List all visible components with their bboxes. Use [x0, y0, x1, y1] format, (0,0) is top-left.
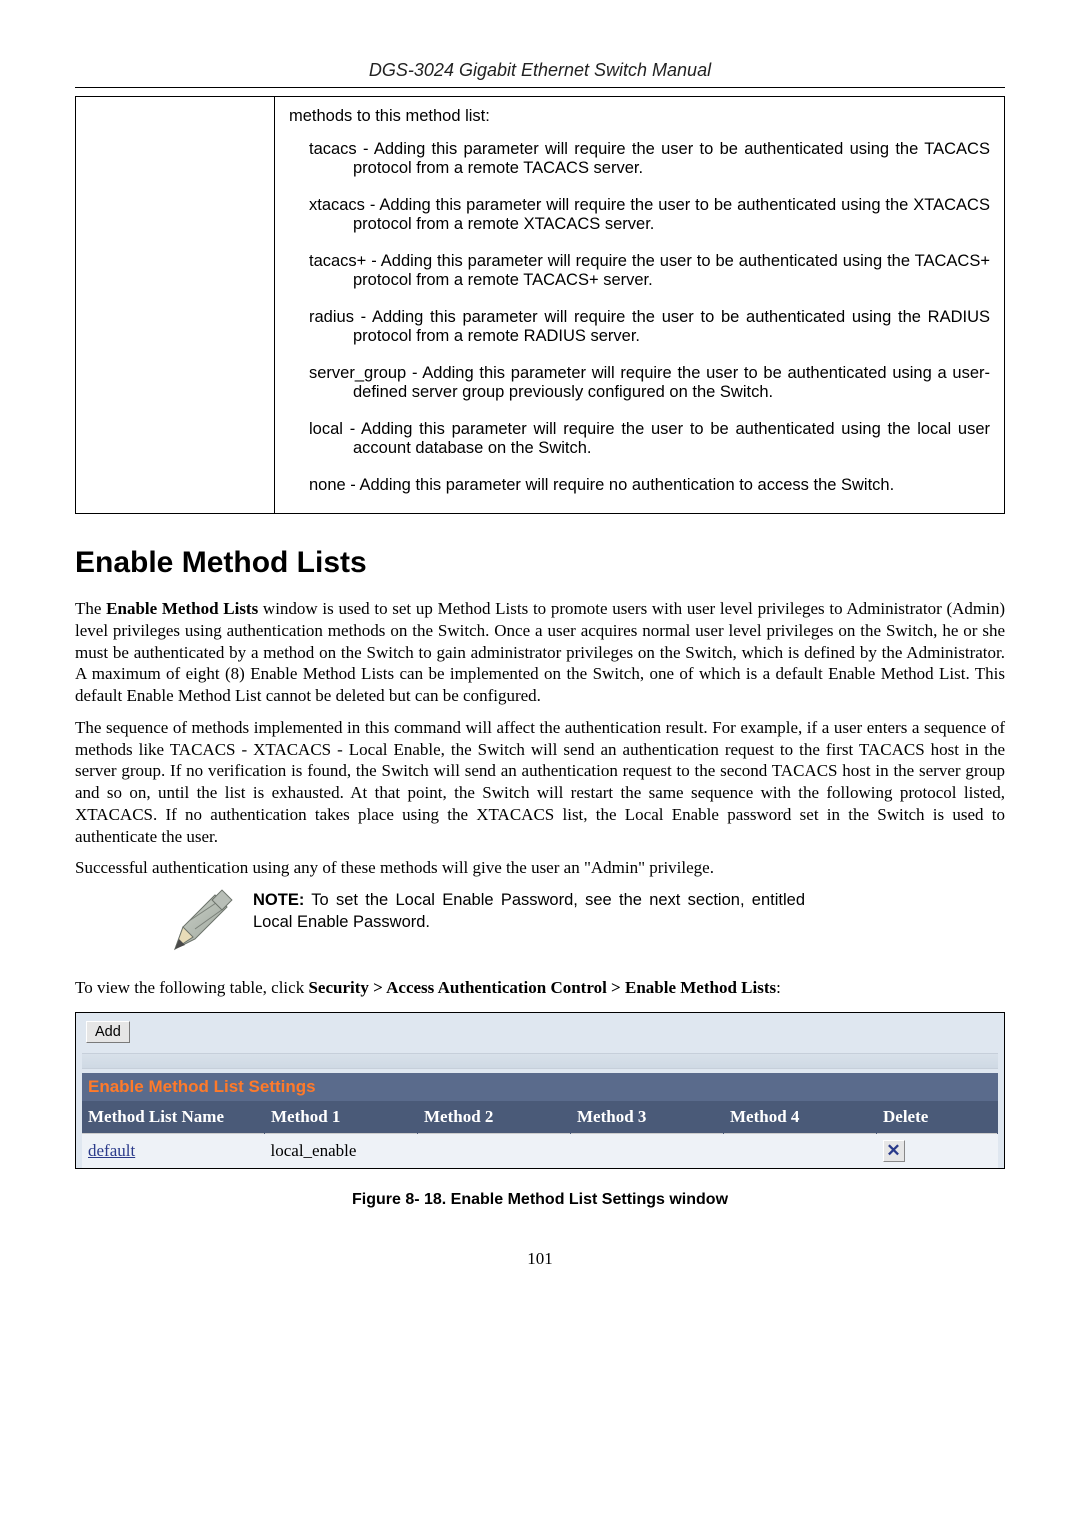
- note-block: NOTE: To set the Local Enable Password, …: [165, 889, 805, 964]
- parameter-table-left-cell: [76, 97, 275, 514]
- param-term: xtacacs: [309, 196, 365, 214]
- cell-method-4: [724, 1134, 877, 1169]
- nav-c: :: [776, 978, 781, 997]
- table-header-row: Method List Name Method 1 Method 2 Metho…: [82, 1101, 998, 1134]
- p1-b: Enable Method Lists: [106, 599, 258, 618]
- delete-button[interactable]: ✕: [883, 1140, 905, 1162]
- param-item-tacacsplus: tacacs+ - Adding this parameter will req…: [289, 252, 990, 290]
- param-desc-first: Adding this parameter will require the u…: [361, 420, 910, 438]
- col-delete: Delete: [877, 1101, 998, 1134]
- parameter-table-right-cell: methods to this method list: tacacs - Ad…: [275, 97, 1005, 514]
- doc-header-title: DGS-3024 Gigabit Ethernet Switch Manual: [75, 60, 1005, 81]
- panel-band: [82, 1053, 998, 1069]
- param-term: tacacs: [309, 140, 357, 158]
- nav-instruction: To view the following table, click Secur…: [75, 978, 1005, 998]
- enable-method-list-panel: Add Enable Method List Settings Method L…: [75, 1012, 1005, 1169]
- note-label: NOTE:: [253, 891, 304, 909]
- p1-a: The: [75, 599, 106, 618]
- param-term: local: [309, 420, 343, 438]
- param-dash: -: [343, 420, 361, 438]
- body-paragraph-1: The Enable Method Lists window is used t…: [75, 598, 1005, 707]
- body-paragraph-3: Successful authentication using any of t…: [75, 857, 1005, 879]
- cell-method-3: [571, 1134, 724, 1169]
- body-paragraph-2: The sequence of methods implemented in t…: [75, 717, 1005, 848]
- nav-b: Security > Access Authentication Control…: [308, 978, 776, 997]
- table-row: default local_enable ✕: [82, 1134, 998, 1169]
- param-dash: -: [366, 252, 380, 270]
- method-list-name-link[interactable]: default: [82, 1134, 265, 1169]
- method-list-table: Method List Name Method 1 Method 2 Metho…: [82, 1101, 998, 1168]
- note-text: NOTE: To set the Local Enable Password, …: [253, 889, 805, 934]
- param-term: none: [309, 476, 346, 494]
- param-term: radius: [309, 308, 354, 326]
- col-method-4: Method 4: [724, 1101, 877, 1134]
- parameter-table: methods to this method list: tacacs - Ad…: [75, 96, 1005, 514]
- param-item-local: local - Adding this parameter will requi…: [289, 420, 990, 458]
- param-dash: -: [406, 364, 422, 382]
- param-desc-first: Adding this parameter will require the u…: [422, 364, 886, 382]
- close-icon: ✕: [886, 1141, 900, 1161]
- header-rule: [75, 87, 1005, 88]
- col-method-3: Method 3: [571, 1101, 724, 1134]
- param-desc-first: Adding this parameter will require the u…: [372, 308, 921, 326]
- param-item-tacacs: tacacs - Adding this parameter will requ…: [289, 140, 990, 178]
- nav-a: To view the following table, click: [75, 978, 308, 997]
- figure-caption: Figure 8- 18. Enable Method List Setting…: [75, 1191, 1005, 1209]
- cell-method-1: local_enable: [265, 1134, 418, 1169]
- param-desc-first: Adding this parameter will require the u…: [374, 140, 918, 158]
- col-method-1: Method 1: [265, 1101, 418, 1134]
- param-item-xtacacs: xtacacs - Adding this parameter will req…: [289, 196, 990, 234]
- param-dash: -: [365, 196, 379, 214]
- cell-method-2: [418, 1134, 571, 1169]
- pencil-note-icon: [165, 889, 235, 964]
- param-dash: -: [354, 308, 372, 326]
- add-button[interactable]: Add: [86, 1021, 130, 1043]
- param-term: tacacs+: [309, 252, 366, 270]
- panel-title: Enable Method List Settings: [82, 1073, 998, 1101]
- param-dash: -: [346, 476, 360, 494]
- param-desc-first: Adding this parameter will require the u…: [381, 252, 910, 270]
- param-desc-first: Adding this parameter will require no au…: [359, 476, 894, 494]
- page-number: 101: [75, 1249, 1005, 1269]
- param-item-none: none - Adding this parameter will requir…: [289, 476, 990, 495]
- param-item-servergroup: server_group - Adding this parameter wil…: [289, 364, 990, 402]
- param-item-radius: radius - Adding this parameter will requ…: [289, 308, 990, 346]
- cell-delete: ✕: [877, 1134, 998, 1169]
- param-term: server_group: [309, 364, 406, 382]
- note-body: To set the Local Enable Password, see th…: [253, 891, 805, 931]
- param-desc-first: Adding this parameter will require the u…: [379, 196, 908, 214]
- col-method-2: Method 2: [418, 1101, 571, 1134]
- section-heading: Enable Method Lists: [75, 546, 1005, 580]
- col-method-list-name: Method List Name: [82, 1101, 265, 1134]
- param-dash: -: [357, 140, 374, 158]
- param-intro: methods to this method list:: [289, 107, 990, 126]
